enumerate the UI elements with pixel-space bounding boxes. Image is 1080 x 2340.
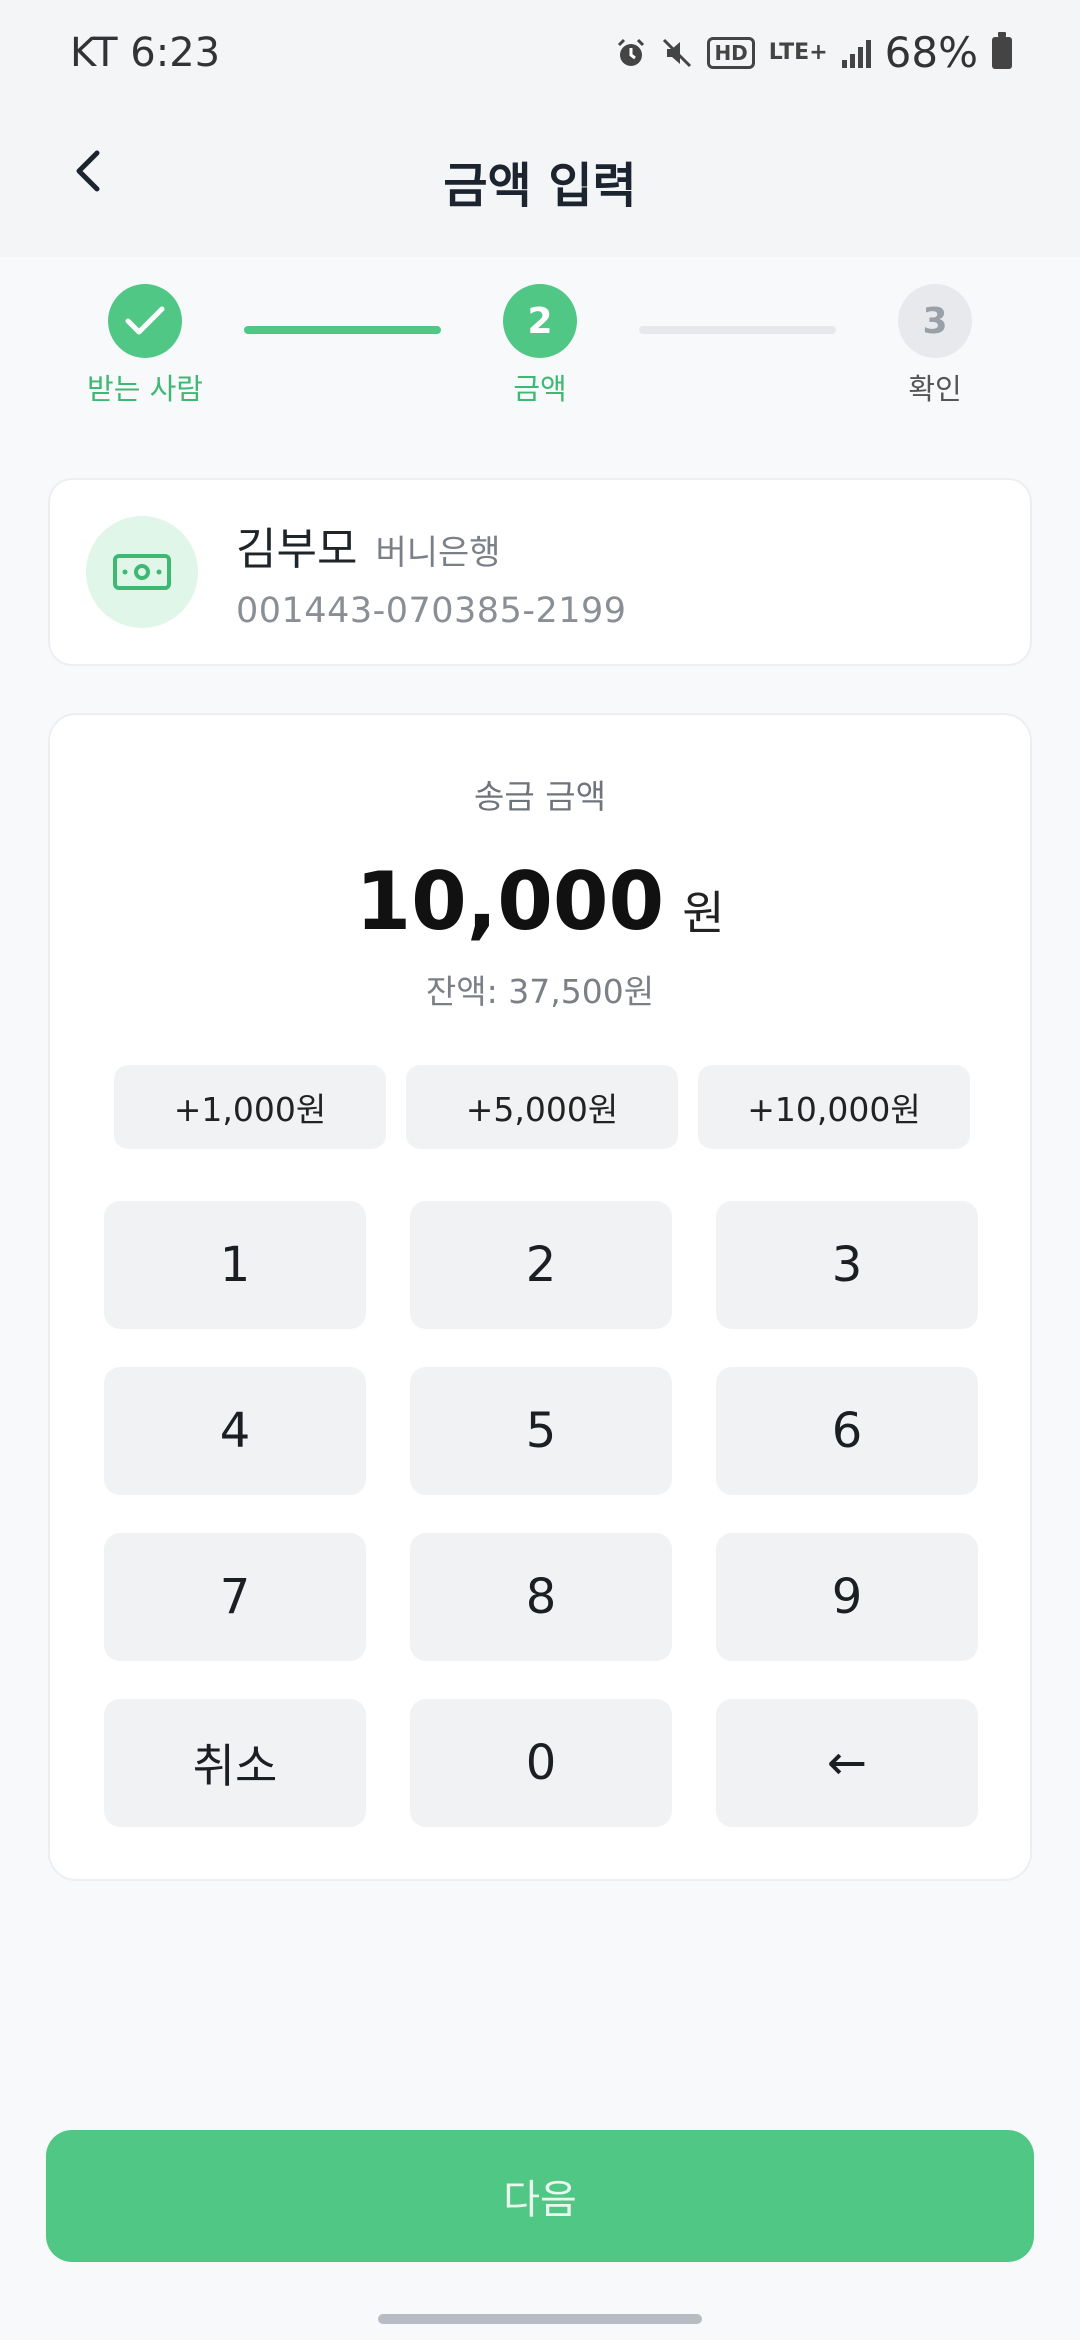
amount-caption: 송금 금액: [474, 777, 606, 816]
amount-display: 10,000 원: [50, 855, 1030, 948]
home-indicator: [378, 2314, 702, 2324]
network-type: LTE+: [768, 39, 828, 65]
balance-text: 잔액: 37,500원: [425, 972, 655, 1011]
step-label: 금액: [513, 372, 567, 406]
battery-icon: [992, 31, 1012, 69]
alarm-icon: [618, 38, 645, 66]
signal-icon: [841, 38, 871, 68]
step-confirm: 3 확인: [855, 284, 1015, 408]
recipient-bank: 버니은행: [375, 533, 501, 573]
amount-value: 10,000: [355, 855, 665, 948]
key-8[interactable]: 8: [410, 1533, 672, 1661]
key-6[interactable]: 6: [716, 1367, 978, 1495]
stepper-line-pending: [639, 326, 836, 334]
key-4[interactable]: 4: [104, 1367, 366, 1495]
recipient-name: 김부모: [236, 524, 358, 575]
page-title: 금액 입력: [443, 158, 637, 214]
status-bar: KT 6:23 HD LTE+ 68%: [0, 0, 1080, 105]
step-number: 3: [898, 284, 972, 358]
chevron-left-icon: [76, 150, 100, 192]
quick-add-1000-button[interactable]: +1,000원: [114, 1065, 386, 1149]
status-icons: HD LTE+ 68%: [615, 28, 1012, 77]
next-button[interactable]: 다음: [46, 2130, 1034, 2262]
step-recipient: 받는 사람: [65, 284, 225, 408]
step-amount: 2 금액: [460, 284, 620, 408]
key-0[interactable]: 0: [410, 1699, 672, 1827]
back-button[interactable]: [60, 143, 116, 199]
amount-card: 송금 금액 10,000 원 잔액: 37,500원 +1,000원 +5,00…: [48, 713, 1032, 1881]
status-time: KT 6:23: [70, 29, 221, 76]
stepper-line-complete: [244, 326, 441, 334]
app-header: 금액 입력: [0, 105, 1080, 257]
mute-icon: [663, 38, 692, 67]
step-complete-circle: [108, 284, 182, 358]
quick-add-5000-button[interactable]: +5,000원: [406, 1065, 678, 1149]
backspace-key[interactable]: ←: [716, 1699, 978, 1827]
quick-add-row: +1,000원 +5,000원 +10,000원: [114, 1065, 970, 1149]
step-label: 확인: [908, 372, 962, 406]
key-1[interactable]: 1: [104, 1201, 366, 1329]
key-5[interactable]: 5: [410, 1367, 672, 1495]
quick-add-10000-button[interactable]: +10,000원: [698, 1065, 970, 1149]
recipient-card: 김부모 버니은행 001443-070385-2199: [48, 478, 1032, 666]
money-badge: [86, 516, 198, 628]
cancel-key[interactable]: 취소: [104, 1699, 366, 1827]
recipient-account-number: 001443-070385-2199: [236, 591, 627, 631]
amount-unit: 원: [682, 886, 725, 940]
key-9[interactable]: 9: [716, 1533, 978, 1661]
step-label: 받는 사람: [87, 372, 203, 406]
key-7[interactable]: 7: [104, 1533, 366, 1661]
recipient-info: 김부모 버니은행 001443-070385-2199: [236, 513, 627, 631]
key-3[interactable]: 3: [716, 1201, 978, 1329]
hd-voice-icon: HD: [707, 36, 755, 69]
battery-percent: 68%: [884, 28, 978, 77]
banknote-icon: [113, 554, 171, 590]
check-icon: [125, 306, 165, 335]
key-2[interactable]: 2: [410, 1201, 672, 1329]
step-number: 2: [503, 284, 577, 358]
progress-stepper: 받는 사람 2 금액 3 확인: [0, 270, 1080, 410]
number-keypad: 1 2 3 4 5 6 7 8 9 취소 0 ←: [104, 1201, 978, 1827]
